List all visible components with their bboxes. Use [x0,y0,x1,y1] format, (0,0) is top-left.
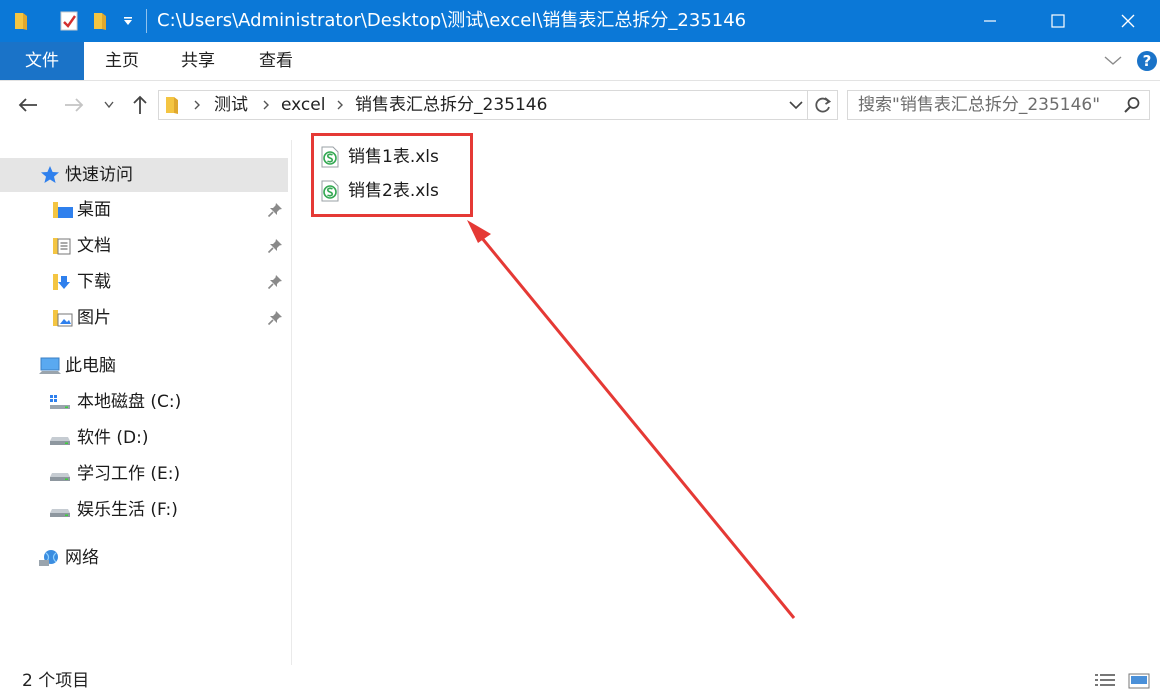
sidebar-item-label: 网络 [65,548,99,568]
tab-view[interactable]: 查看 [246,42,306,80]
breadcrumb-separator-icon[interactable] [262,91,270,119]
customize-quick-access-icon[interactable] [118,0,138,42]
sidebar-item-desktop[interactable]: 桌面 [0,193,288,227]
back-button[interactable] [14,81,42,129]
item-count: 2 个项目 [22,671,90,691]
pictures-folder-icon [52,301,74,335]
sidebar-item-label: 学习工作 (E:) [77,464,181,484]
tab-file[interactable]: 文件 [0,42,84,80]
drive-icon [48,457,72,491]
arrow-up-icon [133,95,147,114]
sidebar-item-drive-c[interactable]: 本地磁盘 (C:) [0,385,288,419]
close-button[interactable] [1092,0,1160,42]
refresh-button[interactable] [808,90,838,120]
address-bar[interactable]: 测试 excel 销售表汇总拆分_235146 [158,90,808,120]
search-icon[interactable] [1123,96,1141,119]
large-icons-view-icon [1128,673,1150,689]
maximize-button[interactable] [1022,0,1094,42]
status-bar: 2 个项目 [0,665,1160,697]
folder-icon [10,0,32,42]
details-view-icon [1095,674,1115,686]
breadcrumb-separator-icon[interactable] [193,91,201,119]
documents-folder-icon [52,229,74,263]
sidebar-item-quick-access[interactable]: 快速访问 [0,158,288,192]
help-glyph: ? [1142,52,1152,70]
sidebar-item-downloads[interactable]: 下载 [0,265,288,299]
help-button[interactable]: ? [1136,42,1158,80]
computer-icon [38,349,62,383]
annotation-arrow [467,220,796,619]
folder-icon [165,91,179,119]
expand-ribbon-button[interactable] [1104,42,1126,80]
sidebar-item-label: 本地磁盘 (C:) [77,392,182,412]
refresh-icon [814,97,831,113]
sidebar-item-label: 桌面 [77,200,111,220]
large-icons-view-button[interactable] [1126,669,1152,693]
drive-icon [48,421,72,455]
system-drive-icon [48,385,72,419]
minimize-icon [984,20,996,22]
sidebar-item-label: 此电脑 [65,356,116,376]
pin-icon[interactable] [267,229,283,263]
sidebar-item-pictures[interactable]: 图片 [0,301,288,335]
new-folder-icon[interactable] [88,0,112,42]
chevron-down-icon [104,101,114,109]
sidebar-item-label: 文档 [77,236,111,256]
up-button[interactable] [128,81,152,129]
minimize-button[interactable] [954,0,1026,42]
downloads-folder-icon [52,265,74,299]
tab-home[interactable]: 主页 [92,42,152,80]
star-icon [40,158,60,192]
sidebar-item-label: 娱乐生活 (F:) [77,500,178,520]
title-bar: C:\Users\Administrator\Desktop\测试\excel\… [0,0,1160,42]
file-list: 销售1表.xls 销售2表.xls [292,130,1160,665]
window-title: C:\Users\Administrator\Desktop\测试\excel\… [157,10,747,31]
properties-icon[interactable] [56,0,82,42]
pin-icon[interactable] [267,301,283,335]
sidebar-item-label: 软件 (D:) [77,428,149,448]
sidebar-item-drive-f[interactable]: 娱乐生活 (F:) [0,493,288,527]
arrow-right-icon [65,98,84,112]
ribbon: 文件 主页 共享 查看 ? [0,42,1160,81]
address-history-icon[interactable] [789,91,803,119]
pin-icon[interactable] [267,193,283,227]
sidebar-item-drive-e[interactable]: 学习工作 (E:) [0,457,288,491]
network-icon [38,541,62,575]
pin-icon[interactable] [267,265,283,299]
navigation-pane: 快速访问 桌面 文档 下载 图片 此电脑 本地磁盘 (C:) 软件 (D:) 学… [0,140,292,665]
desktop-folder-icon [52,193,74,227]
sidebar-item-label: 下载 [77,272,111,292]
sidebar-item-drive-d[interactable]: 软件 (D:) [0,421,288,455]
search-placeholder: 搜索"销售表汇总拆分_235146" [858,95,1101,115]
forward-button[interactable] [60,81,88,129]
sidebar-item-documents[interactable]: 文档 [0,229,288,263]
title-separator [146,9,147,33]
search-box[interactable]: 搜索"销售表汇总拆分_235146" [847,90,1150,120]
sidebar-item-this-pc[interactable]: 此电脑 [0,349,288,383]
breadcrumb-separator-icon[interactable] [336,91,344,119]
breadcrumb-item[interactable]: 销售表汇总拆分_235146 [355,91,547,119]
drive-icon [48,493,72,527]
maximize-icon [1051,14,1065,28]
breadcrumb-item[interactable]: 测试 [214,91,248,119]
navigation-bar: 测试 excel 销售表汇总拆分_235146 搜索"销售表汇总拆分_23514… [0,81,1160,129]
sidebar-item-label: 图片 [77,308,111,328]
tab-share[interactable]: 共享 [168,42,228,80]
arrow-left-icon [18,98,37,112]
chevron-down-icon [1104,56,1122,65]
close-icon [1121,14,1135,28]
sidebar-item-label: 快速访问 [65,165,133,185]
details-view-button[interactable] [1092,669,1118,693]
sidebar-item-network[interactable]: 网络 [0,541,288,575]
breadcrumb-item[interactable]: excel [281,91,325,119]
recent-locations-button[interactable] [100,81,118,129]
